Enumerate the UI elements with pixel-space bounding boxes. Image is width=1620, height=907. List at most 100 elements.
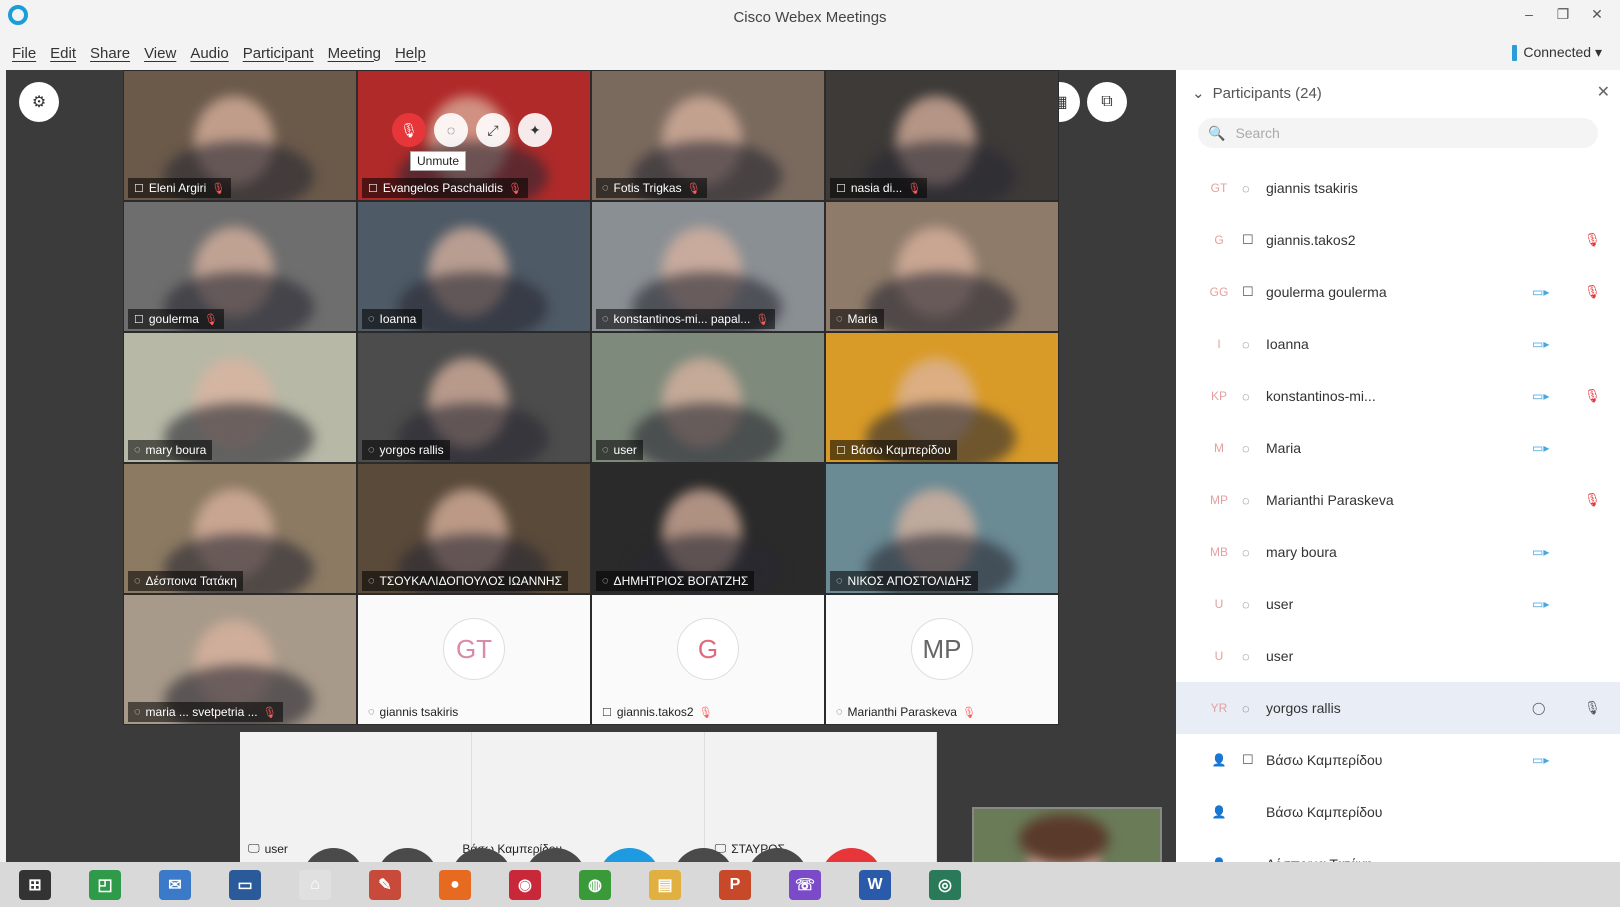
chat-icon[interactable]: ◯ [1532, 701, 1545, 715]
close-window-button[interactable]: ✕ [1580, 6, 1614, 23]
computer-icon: ◌ [1242, 648, 1250, 664]
app-red-icon[interactable]: ◉ [490, 862, 560, 907]
participants-header[interactable]: ⌄ Participants (24) [1192, 84, 1322, 103]
avatar-tile[interactable]: MP ◌ Marianthi Paraskeva 🎙 [825, 594, 1059, 725]
maximize-button[interactable]: ❐ [1546, 6, 1580, 23]
menu-help[interactable]: Help [395, 45, 426, 62]
home-icon[interactable]: ⌂ [280, 862, 350, 907]
participant-row[interactable]: GT ◌ giannis tsakiris [1176, 162, 1620, 214]
muted-mic-icon: 🎙 [698, 706, 713, 719]
video-tile[interactable]: ◌ ΔΗΜΗΤΡΙΟΣ ΒΟΓΑΤΖΗΣ [591, 463, 825, 594]
participant-row[interactable]: MB ◌ mary boura ▭▸ [1176, 526, 1620, 578]
settings-icon[interactable]: ⚙ [19, 82, 59, 122]
participant-row[interactable]: G ☐ giannis.takos2 🎙 [1176, 214, 1620, 266]
menu-meeting[interactable]: Meeting [328, 45, 381, 62]
video-tile[interactable]: ◌ Δέσποινα Τατάκη [123, 463, 357, 594]
video-tile[interactable]: ◌ maria ... svetpetria ... 🎙 [123, 594, 357, 725]
participant-name: Δέσποινα Τατάκη [145, 574, 237, 588]
name-plate: ◌ Fotis Trigkas 🎙 [596, 178, 707, 198]
chrome-icon[interactable]: ◍ [560, 862, 630, 907]
name-plate: ◌ user [596, 440, 643, 460]
name-plate: ◌ maria ... svetpetria ... 🎙 [128, 702, 283, 722]
menu-share[interactable]: Share [90, 45, 130, 62]
display-icon[interactable]: ▭ [210, 862, 280, 907]
word-icon[interactable]: W [840, 862, 910, 907]
video-icon: ▭▸ [1532, 545, 1550, 559]
computer-icon: ◌ [368, 313, 375, 325]
participant-name: giannis tsakiris [1266, 180, 1358, 196]
video-tile[interactable]: ◌ ΤΣΟΥΚΑΛΙΔΟΠΟΥΛΟΣ ΙΩΑΝΝΗΣ [357, 463, 591, 594]
video-tile[interactable]: ◌ konstantinos-mi... papal... 🎙 [591, 201, 825, 332]
pin-icon[interactable]: ✦ [518, 113, 552, 147]
participant-row[interactable]: KP ◌ konstantinos-mi... ▭▸ 🎙 [1176, 370, 1620, 422]
video-tile[interactable]: ◌ mary boura [123, 332, 357, 463]
participant-row[interactable]: I ◌ Ioanna ▭▸ [1176, 318, 1620, 370]
video-tile[interactable]: ◌ ΝΙΚΟΣ ΑΠΟΣΤΟΛΙΔΗΣ [825, 463, 1059, 594]
computer-icon: 🖵 [248, 841, 260, 855]
participant-row[interactable]: U ◌ user [1176, 630, 1620, 682]
avatar-tile[interactable]: GT ◌ giannis tsakiris [357, 594, 591, 725]
explorer-icon[interactable]: ▤ [630, 862, 700, 907]
firefox-icon[interactable]: ● [420, 862, 490, 907]
menu-file[interactable]: File [12, 45, 36, 62]
tools-glyph: ✎ [369, 869, 401, 900]
mic-icon[interactable]: 🎙 [1584, 700, 1601, 716]
participant-row[interactable]: 👤 Βάσω Καμπερίδου [1176, 786, 1620, 838]
muted-mic-icon: 🎙 [961, 706, 976, 719]
minimize-button[interactable]: – [1512, 6, 1546, 23]
tile-hover-controls: 🎙 ◌ ⤢ ✦ [392, 113, 552, 147]
participant-name: ΝΙΚΟΣ ΑΠΟΣΤΟΛΙΔΗΣ [847, 574, 972, 588]
close-icon[interactable]: ✕ [1597, 82, 1610, 102]
popout-icon[interactable]: ⧉ [1087, 82, 1127, 122]
participant-search[interactable]: 🔍 Search [1198, 118, 1598, 148]
video-icon[interactable]: ◌ [434, 113, 468, 147]
participants-title: Participants (24) [1212, 84, 1322, 102]
participant-row[interactable]: MP ◌ Marianthi Paraskeva 🎙 [1176, 474, 1620, 526]
powerpoint-icon[interactable]: P [700, 862, 770, 907]
participant-name: mary boura [1266, 544, 1337, 560]
video-tile[interactable]: 🖵 ΣΤΑΥΡΟΣ [705, 732, 937, 862]
video-tile[interactable]: Βάσω Καμπερίδου [462, 732, 705, 862]
menu-audio[interactable]: Audio [190, 45, 228, 62]
participant-row[interactable]: GG ☐ goulerma goulerma ▭▸ 🎙 [1176, 266, 1620, 318]
video-tile[interactable]: ◌ yorgos rallis [357, 332, 591, 463]
participant-row[interactable]: U ◌ user ▭▸ [1176, 578, 1620, 630]
video-tile[interactable]: ◌ Fotis Trigkas 🎙 [591, 70, 825, 201]
expand-icon[interactable]: ⤢ [476, 113, 510, 147]
computer-icon: ◌ [368, 444, 375, 456]
powerpoint-glyph: P [719, 869, 751, 900]
participant-name: maria ... svetpetria ... [145, 705, 258, 719]
webex-icon[interactable]: ◎ [910, 862, 980, 907]
tools-icon[interactable]: ✎ [350, 862, 420, 907]
app-green-icon[interactable]: ◰ [70, 862, 140, 907]
phone-icon: ☐ [1242, 232, 1254, 247]
video-tile[interactable]: ☐ nasia di... 🎙 [825, 70, 1059, 201]
menu-edit[interactable]: Edit [50, 45, 76, 62]
participant-name: Maria [1266, 440, 1302, 456]
video-tile[interactable]: ☐ goulerma 🎙 [123, 201, 357, 332]
video-tile[interactable]: 🖵 user [240, 732, 473, 862]
participant-name: konstantinos-mi... papal... [613, 312, 751, 326]
name-plate: ◌ Ioanna [362, 309, 423, 329]
muted-mic-icon: 🎙 [1584, 492, 1601, 507]
viber-icon[interactable]: ☏ [770, 862, 840, 907]
video-tile[interactable]: ☐ Eleni Argiri 🎙 [123, 70, 357, 201]
participant-row[interactable]: 👤 ☐ Βάσω Καμπερίδου ▭▸ [1176, 734, 1620, 786]
menu-view[interactable]: View [144, 45, 176, 62]
video-icon: ▭▸ [1532, 441, 1550, 455]
avatar-tile[interactable]: G ☐ giannis.takos2 🎙 [591, 594, 825, 725]
video-tile[interactable]: ☐ Βάσω Καμπερίδου [825, 332, 1059, 463]
video-tile[interactable]: ◌ Ioanna [357, 201, 591, 332]
menu-participant[interactable]: Participant [243, 45, 314, 62]
video-tile[interactable]: ◌ user [591, 332, 825, 463]
unmute-icon[interactable]: 🎙 [392, 113, 426, 147]
participant-row[interactable]: YR ◌ yorgos rallis ◯ 🎙 [1176, 682, 1620, 734]
mail-icon[interactable]: ✉ [140, 862, 210, 907]
connection-status[interactable]: Connected ▾ [1512, 44, 1602, 61]
start-icon[interactable]: ⊞ [0, 862, 70, 907]
participant-row[interactable]: M ◌ Maria ▭▸ [1176, 422, 1620, 474]
computer-icon: ◌ [836, 575, 843, 587]
video-tile[interactable]: ◌ Maria [825, 201, 1059, 332]
participant-name: user [613, 443, 637, 457]
search-input[interactable]: Search [1235, 125, 1279, 141]
